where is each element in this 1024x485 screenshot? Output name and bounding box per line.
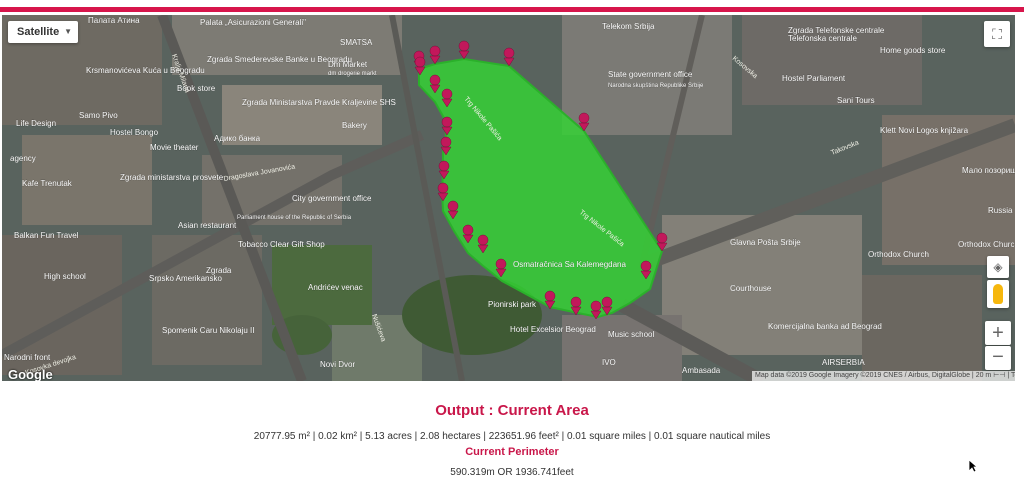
fullscreen-button[interactable]: ⛶ — [984, 21, 1010, 47]
map-label[interactable]: SMATSA — [340, 38, 373, 47]
map-label[interactable]: Pionirski park — [488, 300, 537, 309]
map-label[interactable]: Andrićev venac — [308, 283, 363, 292]
road-label: Trg Nikole Pašića — [462, 96, 503, 142]
minus-icon: − — [992, 346, 1004, 368]
map-label[interactable]: Courthouse — [730, 284, 772, 293]
map-label[interactable]: Ambasada — [682, 366, 721, 375]
map-label[interactable]: Komercijalna banka ad Beograd — [768, 322, 882, 331]
map-label[interactable]: Zgrada ministarstva prosvete — [120, 173, 224, 182]
map-label[interactable]: Палата Атина — [88, 16, 140, 25]
map-label[interactable]: Zgrada Ministarstva Pravde Kraljevine SH… — [242, 98, 396, 107]
perimeter-title: Current Perimeter — [465, 446, 559, 458]
map-label[interactable]: Palata „Asicurazioni Generali" — [200, 18, 306, 27]
map-label[interactable]: Novi Dvor — [320, 360, 356, 369]
google-logo: Google — [8, 367, 53, 381]
top-accent-bar — [0, 7, 1024, 12]
output-title: Output : Current Area — [435, 402, 589, 419]
map-label[interactable]: Hotel Excelsior Beograd — [510, 325, 596, 334]
map-label[interactable]: Zgrada — [206, 266, 232, 275]
map-attribution[interactable]: Map data ©2019 Google Imagery ©2019 CNES… — [752, 371, 1015, 381]
map-label[interactable]: Home goods store — [880, 46, 946, 55]
map-label[interactable]: Klett Novi Logos knjižara — [880, 126, 969, 135]
map-label[interactable]: dm drogerie markt — [328, 71, 377, 77]
street-view-pegman[interactable] — [987, 280, 1009, 308]
map-label[interactable]: Glavna Pošta Srbije — [730, 238, 801, 247]
map-label[interactable]: Samo Pivo — [79, 111, 118, 120]
map-label[interactable]: agency — [10, 154, 36, 163]
map-label[interactable]: IVO — [602, 358, 616, 367]
road-label: Takovska — [830, 139, 860, 156]
map-label[interactable]: State government office — [608, 70, 693, 79]
map-label[interactable]: Balkan Fun Travel — [14, 231, 79, 240]
mouse-cursor-icon — [968, 459, 978, 473]
map-label[interactable]: Tobacco Clear Gift Shop — [238, 240, 325, 249]
road-label: Nušićeva — [370, 313, 386, 343]
map-label[interactable]: Parliament house of the Republic of Serb… — [237, 215, 352, 221]
perimeter-results: 590.319m OR 1936.741feet — [450, 467, 574, 478]
map-label[interactable]: Zgrada Telefonske centrale — [788, 26, 885, 35]
map-label[interactable]: Zgrada Smederevske Banke u Beogradu — [207, 55, 352, 64]
map-label[interactable]: Asian restaurant — [178, 221, 237, 230]
map-label[interactable]: Life Design — [16, 119, 56, 128]
map-label[interactable]: Narodna skupština Republike Srbije — [608, 83, 704, 89]
fullscreen-icon: ⛶ — [992, 26, 1002, 42]
map-label[interactable]: Sani Tours — [837, 96, 875, 105]
road-label: Kosovska — [731, 55, 759, 80]
map-label[interactable]: Bakery — [342, 121, 367, 130]
map-view[interactable]: Палата Атина Palata „Asicurazioni Genera… — [2, 15, 1015, 381]
map-type-select[interactable]: Satellite ▼ — [8, 21, 78, 43]
map-label[interactable]: Telekom Srbija — [602, 22, 655, 31]
road-label: Trg Nikole Pašića — [578, 209, 625, 248]
plus-icon: + — [992, 322, 1004, 344]
map-label[interactable]: Orthodox Church — [868, 250, 929, 259]
map-type-label: Satellite — [17, 26, 60, 38]
map-label[interactable]: Адико банка — [214, 134, 261, 143]
zoom-in-button[interactable]: + — [985, 321, 1011, 345]
map-label[interactable]: Kafe Trenutak — [22, 179, 73, 188]
map-label[interactable]: Russia — [988, 206, 1013, 215]
road-label: Dragoslava Jovanovića — [223, 163, 296, 182]
map-label[interactable]: Telefonska centrale — [788, 34, 858, 43]
map-label[interactable]: High school — [44, 272, 86, 281]
map-label[interactable]: Osmatračnica Sa Kalemegdana — [513, 260, 627, 269]
map-label[interactable]: Music school — [608, 330, 655, 339]
map-label[interactable]: Hostel Parliament — [782, 74, 846, 83]
map-overlay: Палата Атина Palata „Asicurazioni Genera… — [4, 16, 1015, 377]
map-label[interactable]: Orthodox Church — [958, 240, 1015, 249]
map-label[interactable]: City government office — [292, 194, 372, 203]
map-label[interactable]: Srpsko Amerikansko — [149, 274, 223, 283]
map-label[interactable]: Krsmanovićeva Kuća u Beogradu — [86, 66, 205, 75]
map-label[interactable]: Narodni front — [4, 353, 51, 362]
zoom-out-button[interactable]: − — [985, 346, 1011, 370]
map-label[interactable]: Малo позориште — [962, 166, 1015, 175]
map-label[interactable]: Spomenik Caru Nikolaju II — [162, 326, 255, 335]
road-labels: Trg Nikole Pašića Trg Nikole Pašića Tako… — [24, 53, 859, 377]
compass-button[interactable]: ◈ — [987, 256, 1009, 278]
pegman-icon — [993, 284, 1003, 304]
area-results: 20777.95 m² | 0.02 km² | 5.13 acres | 2.… — [253, 431, 771, 442]
map-label[interactable]: Hostel Bongo — [110, 128, 159, 137]
map-label[interactable]: AIRSERBIA — [822, 358, 865, 367]
map-label[interactable]: Movie theater — [150, 143, 199, 152]
compass-icon: ◈ — [993, 260, 1003, 274]
chevron-down-icon: ▼ — [64, 27, 72, 36]
